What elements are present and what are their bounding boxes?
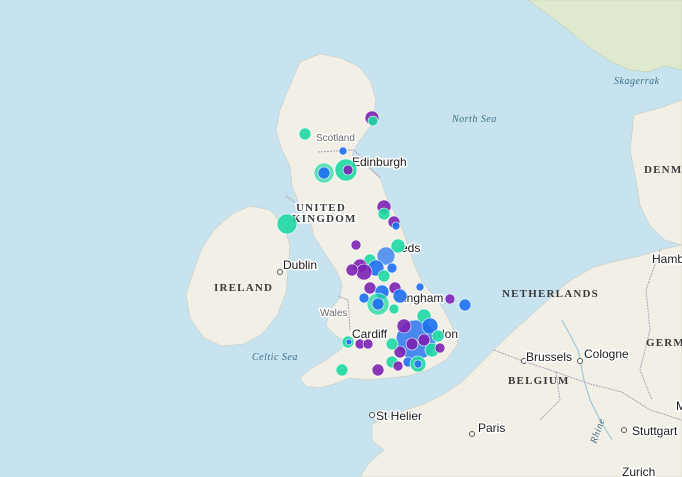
map-marker[interactable]	[431, 329, 445, 343]
label-north-sea: North Sea	[451, 114, 497, 125]
map-marker[interactable]	[371, 297, 385, 311]
map-marker[interactable]	[363, 281, 377, 295]
label-m-partial: M	[676, 399, 682, 413]
map-marker[interactable]	[388, 303, 400, 315]
label-zurich: Zurich	[622, 465, 655, 477]
label-hamburg: Hamb	[652, 252, 682, 266]
label-brussels: Brussels	[526, 350, 572, 364]
label-birmingham: ingham	[404, 291, 443, 305]
map-marker[interactable]	[317, 166, 331, 180]
label-skagerrak: Skagerrak	[614, 76, 660, 87]
map-marker[interactable]	[415, 282, 425, 292]
map-marker[interactable]	[335, 363, 349, 377]
map-marker[interactable]	[342, 164, 354, 176]
map-marker[interactable]	[371, 363, 385, 377]
map-marker[interactable]	[396, 318, 412, 334]
label-dublin: Dublin	[283, 258, 317, 272]
map-marker[interactable]	[392, 360, 404, 372]
map-marker[interactable]	[405, 337, 419, 351]
label-celtic-sea: Celtic Sea	[252, 352, 298, 363]
map-view[interactable]: North Sea Skagerrak Celtic Sea UNITED KI…	[0, 0, 682, 477]
label-netherlands: NETHERLANDS	[502, 288, 599, 300]
map-marker[interactable]	[391, 221, 401, 231]
map-marker[interactable]	[362, 338, 374, 350]
label-cologne: Cologne	[584, 347, 629, 361]
map-marker[interactable]	[377, 269, 391, 283]
map-marker[interactable]	[350, 239, 362, 251]
map-marker[interactable]	[358, 292, 370, 304]
label-uk-2: KINGDOM	[292, 213, 357, 225]
map-marker[interactable]	[355, 263, 373, 281]
label-germany: GERMANY	[646, 337, 682, 349]
map-marker[interactable]	[458, 298, 472, 312]
map-marker[interactable]	[345, 263, 359, 277]
label-st-helier: St Helier	[376, 409, 422, 423]
map-marker[interactable]	[298, 127, 312, 141]
label-paris: Paris	[478, 421, 505, 435]
map-canvas[interactable]: North Sea Skagerrak Celtic Sea UNITED KI…	[0, 0, 682, 477]
label-wales: Wales	[320, 308, 347, 319]
map-marker[interactable]	[338, 146, 348, 156]
map-marker[interactable]	[367, 115, 379, 127]
map-marker[interactable]	[444, 293, 456, 305]
map-marker[interactable]	[385, 337, 399, 351]
label-edinburgh: Edinburgh	[352, 155, 407, 169]
map-marker[interactable]	[392, 288, 408, 304]
label-cardiff: Cardiff	[352, 327, 388, 341]
map-marker[interactable]	[413, 359, 423, 369]
label-belgium: BELGIUM	[508, 375, 570, 387]
label-stuttgart: Stuttgart	[632, 424, 678, 438]
map-marker[interactable]	[276, 213, 298, 235]
label-denmark: DENMAR	[644, 164, 682, 176]
map-marker[interactable]	[377, 207, 391, 221]
label-ireland: IRELAND	[214, 282, 273, 294]
map-marker[interactable]	[345, 338, 353, 346]
map-marker[interactable]	[434, 342, 446, 354]
map-marker[interactable]	[386, 262, 398, 274]
label-scotland: Scotland	[316, 133, 355, 144]
